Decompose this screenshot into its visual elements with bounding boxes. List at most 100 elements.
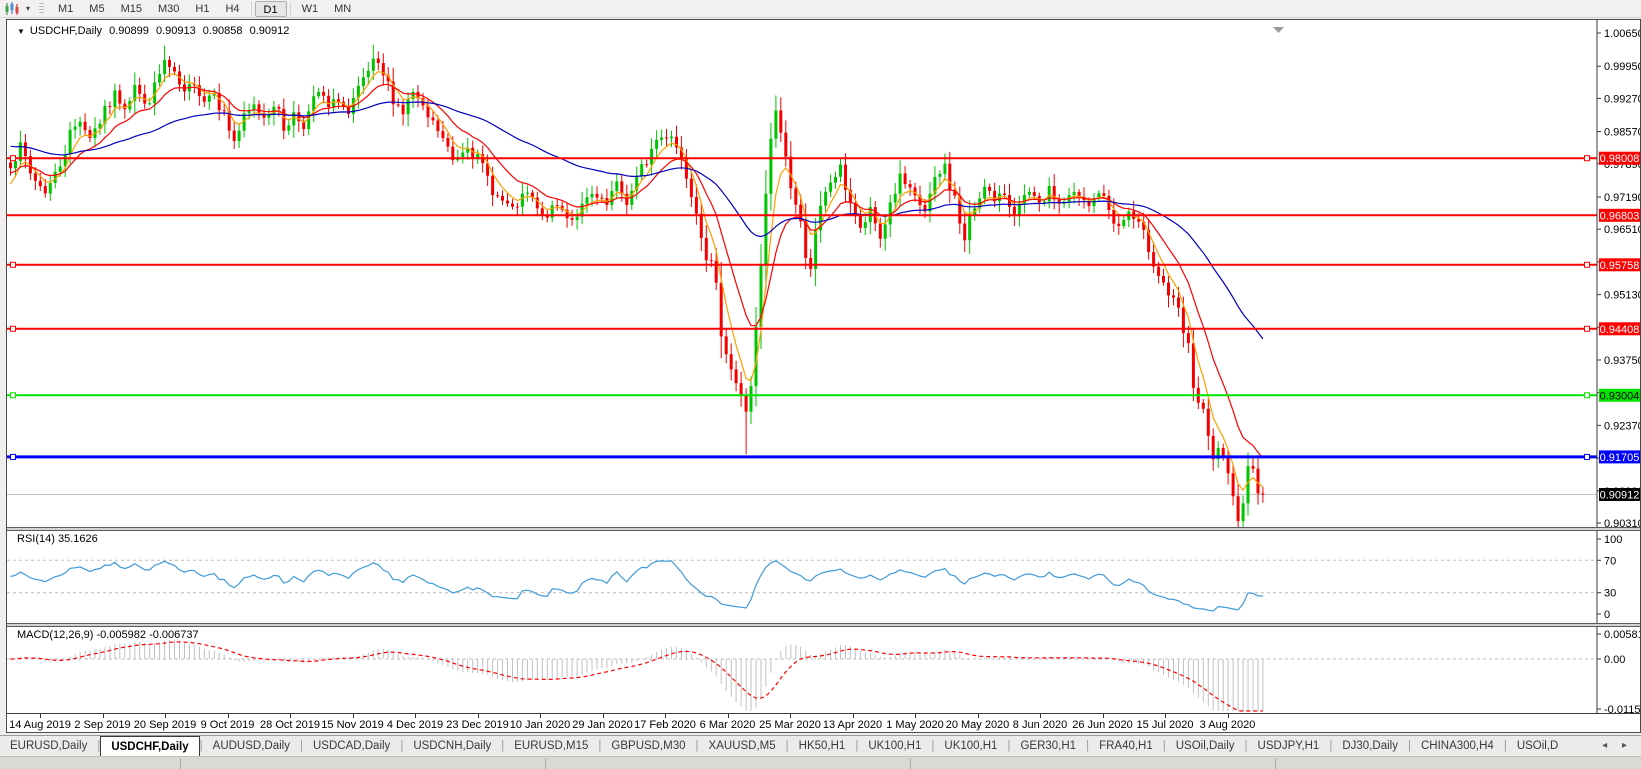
timeframe-button-m5[interactable]: M5 (81, 1, 112, 17)
line-anchor-marker[interactable] (11, 454, 16, 459)
line-anchor-marker[interactable] (1585, 393, 1590, 398)
macd-histogram (11, 640, 1263, 711)
chart-tab-usdchf-daily[interactable]: USDCHF,Daily (100, 736, 199, 756)
rsi-canvas[interactable]: 10070300 (7, 531, 1640, 623)
slow-ma-line (11, 102, 1263, 339)
time-tick (790, 714, 791, 718)
time-tick (165, 714, 166, 718)
svg-text:0.96510: 0.96510 (1604, 224, 1640, 236)
chart-tab-ger30-h1[interactable]: GER30,H1 (1010, 736, 1086, 756)
ohlc-open: 0.90899 (109, 25, 149, 37)
macd-label: MACD(12,26,9) -0.005982 -0.006737 (17, 629, 199, 641)
time-tick (353, 714, 354, 718)
timeframe-button-mn[interactable]: MN (326, 1, 359, 17)
chart-window: ▼USDCHF,Daily 0.90899 0.90913 0.90858 0.… (6, 19, 1641, 733)
svg-text:70: 70 (1604, 555, 1616, 567)
chart-tab-audusd-daily[interactable]: AUDUSD,Daily (203, 736, 300, 756)
chevron-down-icon[interactable]: ▾ (21, 4, 35, 13)
collapse-triangle-icon[interactable]: ▼ (17, 27, 25, 36)
svg-text:-0.011514: -0.011514 (1604, 704, 1640, 713)
line-anchor-marker[interactable] (1585, 326, 1590, 331)
timeframe-toolbar: ▾ M1M5M15M30H1H4 D1 W1MN (0, 0, 1641, 18)
chart-tab-usoil-d[interactable]: USOil,D (1507, 736, 1569, 756)
time-tick (603, 714, 604, 718)
line-anchor-marker[interactable] (11, 262, 16, 267)
chart-tab-hk50-h1[interactable]: HK50,H1 (789, 736, 856, 756)
strip-divider (545, 758, 546, 769)
time-label: 29 Jan 2020 (572, 719, 633, 731)
time-label: 8 Jun 2020 (1013, 719, 1067, 731)
time-label: 3 Aug 2020 (1200, 719, 1256, 731)
toolbar-grip[interactable] (39, 3, 44, 15)
time-label: 10 Jan 2020 (510, 719, 571, 731)
time-tick (415, 714, 416, 718)
timeframe-button-w1[interactable]: W1 (294, 1, 327, 17)
time-tick (915, 714, 916, 718)
chart-tab-dj30-daily[interactable]: DJ30,Daily (1332, 736, 1408, 756)
svg-text:1.00650: 1.00650 (1604, 28, 1640, 40)
chart-tab-eurusd-daily[interactable]: EURUSD,Daily (0, 736, 97, 756)
timeframe-button-m30[interactable]: M30 (150, 1, 187, 17)
chart-shift-marker-icon[interactable] (1273, 27, 1284, 33)
time-tick (540, 714, 541, 718)
chart-tab-usdcad-daily[interactable]: USDCAD,Daily (303, 736, 400, 756)
line-anchor-marker[interactable] (1585, 454, 1590, 459)
time-tick (290, 714, 291, 718)
time-tick (978, 714, 979, 718)
line-anchor-marker[interactable] (11, 156, 16, 161)
svg-text:0.93750: 0.93750 (1604, 355, 1640, 367)
time-axis[interactable]: 14 Aug 20192 Sep 201920 Sep 20199 Oct 20… (7, 713, 1640, 732)
timeframe-button-m1[interactable]: M1 (50, 1, 81, 17)
time-label: 25 Mar 2020 (759, 719, 821, 731)
svg-text:0.99270: 0.99270 (1604, 93, 1640, 105)
svg-text:0: 0 (1604, 609, 1610, 621)
rsi-label: RSI(14) 35.1626 (17, 533, 98, 545)
chart-tab-usdjpy-h1[interactable]: USDJPY,H1 (1248, 736, 1330, 756)
svg-text:0.91705: 0.91705 (1600, 452, 1640, 464)
line-anchor-marker[interactable] (1585, 156, 1590, 161)
time-tick (853, 714, 854, 718)
time-tick (228, 714, 229, 718)
strip-divider (1275, 758, 1276, 769)
macd-canvas[interactable]: 0.0058180.00-0.011514 (7, 627, 1640, 713)
time-label: 14 Aug 2019 (9, 719, 71, 731)
chart-symbol: USDCHF,Daily (30, 25, 102, 37)
price-chart-canvas[interactable]: 1.006500.999500.992700.985700.978900.971… (7, 20, 1640, 527)
ohlc-high: 0.90913 (156, 25, 196, 37)
chart-tab-fra40-h1[interactable]: FRA40,H1 (1089, 736, 1163, 756)
svg-text:0.94408: 0.94408 (1600, 324, 1640, 336)
ohlc-close: 0.90912 (250, 25, 290, 37)
chart-tab-uk100-h1[interactable]: UK100,H1 (858, 736, 931, 756)
chart-tab-eurusd-m15[interactable]: EURUSD,M15 (504, 736, 598, 756)
line-anchor-marker[interactable] (1585, 262, 1590, 267)
time-label: 4 Dec 2019 (387, 719, 443, 731)
chart-title: ▼USDCHF,Daily 0.90899 0.90913 0.90858 0.… (17, 25, 293, 37)
bottom-strip (0, 756, 1641, 769)
macd-signal-line (11, 642, 1263, 711)
chart-tab-uk100-h1[interactable]: UK100,H1 (934, 736, 1007, 756)
chart-tab-usoil-daily[interactable]: USOil,Daily (1166, 736, 1245, 756)
time-tick (478, 714, 479, 718)
chart-tab-gbpusd-m30[interactable]: GBPUSD,M30 (601, 736, 695, 756)
tab-scroll-arrows[interactable]: ◂ ▸ (1598, 736, 1641, 756)
time-tick (40, 714, 41, 718)
strip-divider (910, 758, 911, 769)
timeframe-button-h1[interactable]: H1 (187, 1, 217, 17)
time-tick (1165, 714, 1166, 718)
timeframe-button-d1[interactable]: D1 (255, 1, 287, 17)
chart-tab-china300-h4[interactable]: CHINA300,H4 (1411, 736, 1504, 756)
time-label: 15 Nov 2019 (321, 719, 383, 731)
fast-ma-line (11, 72, 1263, 491)
line-anchor-marker[interactable] (11, 393, 16, 398)
candlestick-chart-icon[interactable] (3, 2, 21, 16)
timeframe-button-h4[interactable]: H4 (217, 1, 247, 17)
macd-axis: 0.0058180.00-0.011514 (1597, 627, 1640, 713)
svg-text:0.98570: 0.98570 (1604, 127, 1640, 139)
chart-tab-xauusd-m5[interactable]: XAUUSD,M5 (699, 736, 786, 756)
line-anchor-marker[interactable] (11, 326, 16, 331)
timeframe-button-m15[interactable]: M15 (113, 1, 150, 17)
strip-divider (180, 758, 181, 769)
chart-tab-bar: EURUSD,Daily|USDCHF,Daily|AUDUSD,Daily|U… (0, 735, 1641, 756)
chart-tab-usdcnh-daily[interactable]: USDCNH,Daily (403, 736, 501, 756)
time-tick (103, 714, 104, 718)
